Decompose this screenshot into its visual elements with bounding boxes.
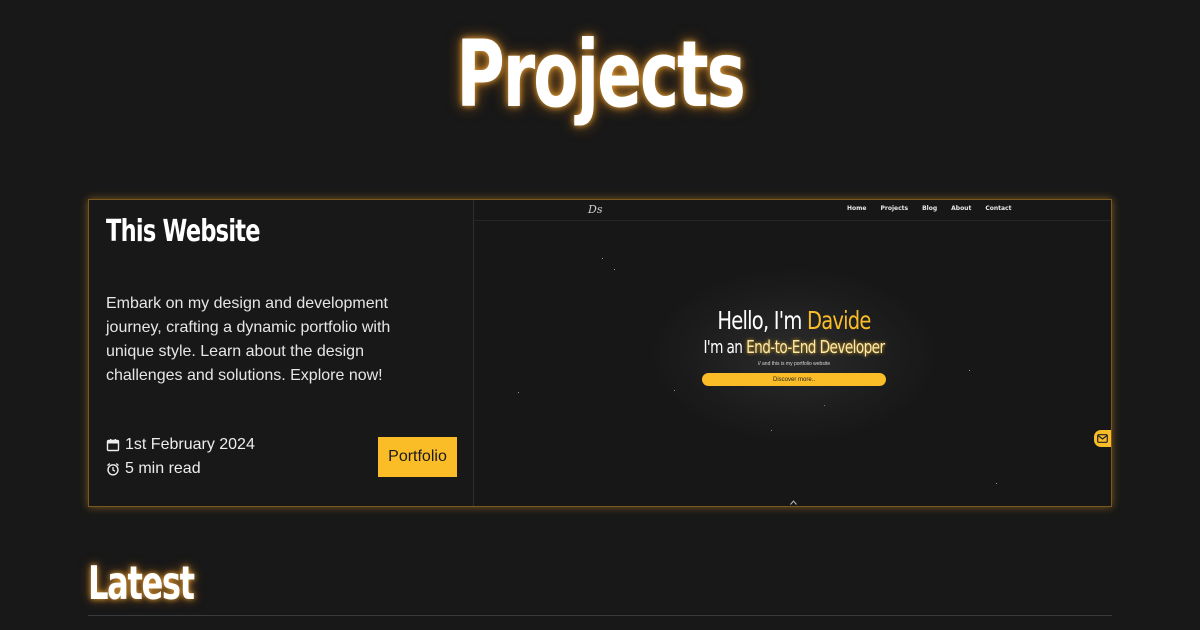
preview-hero-subtitle: // and this is my portfolio website xyxy=(757,361,831,367)
alarm-clock-icon xyxy=(107,463,119,476)
preview-hero-role-prefix: I'm an xyxy=(703,337,747,358)
chevron-up-icon xyxy=(790,500,797,505)
project-description: Embark on my design and development jour… xyxy=(106,295,391,384)
preview-hero-name: Davide xyxy=(806,306,871,335)
project-date-row: 1st February 2024 xyxy=(106,433,255,457)
preview-discover-button: Discover more.. xyxy=(702,373,886,386)
latest-section-heading: Latest xyxy=(88,556,195,610)
preview-nav-contact: Contact xyxy=(985,205,1012,212)
preview-star xyxy=(518,392,519,393)
preview-star xyxy=(969,370,970,371)
page-title: Projects xyxy=(456,21,746,128)
preview-nav-home: Home xyxy=(847,205,867,212)
project-card[interactable]: This Website Embark on my design and dev… xyxy=(88,199,1112,507)
project-card-info: This Website Embark on my design and dev… xyxy=(89,200,474,506)
preview-hero-greeting: Hello, I'm Davide xyxy=(677,306,911,335)
project-readtime-row: 5 min read xyxy=(106,457,255,481)
preview-hero-role-title: End-to-End Developer xyxy=(746,337,885,358)
project-date: 1st February 2024 xyxy=(125,436,255,453)
preview-hero: Hello, I'm Davide I'm an End-to-End Deve… xyxy=(644,306,944,386)
preview-nav-links: Home Projects Blog About Contact xyxy=(847,205,1025,212)
project-read-time: 5 min read xyxy=(125,460,201,477)
calendar-icon xyxy=(106,439,120,452)
project-title[interactable]: This Website xyxy=(106,214,261,249)
preview-nav-about: About xyxy=(951,205,972,212)
preview-star xyxy=(614,269,615,270)
project-meta: 1st February 2024 5 min read xyxy=(106,433,255,481)
preview-nav-blog: Blog xyxy=(922,205,938,212)
preview-navbar: Ds Home Projects Blog About Contact xyxy=(474,200,1111,221)
preview-hero-role: I'm an End-to-End Developer xyxy=(680,337,908,358)
mail-icon xyxy=(1094,430,1111,447)
preview-logo: Ds xyxy=(588,203,603,216)
preview-star xyxy=(996,483,997,484)
section-divider xyxy=(88,615,1112,616)
preview-star xyxy=(602,258,603,259)
preview-nav-projects: Projects xyxy=(880,205,909,212)
project-preview-image[interactable]: Ds Home Projects Blog About Contact Hell… xyxy=(474,200,1111,506)
preview-hero-greeting-prefix: Hello, I'm xyxy=(717,306,807,335)
portfolio-tag-button[interactable]: Portfolio xyxy=(378,437,457,477)
